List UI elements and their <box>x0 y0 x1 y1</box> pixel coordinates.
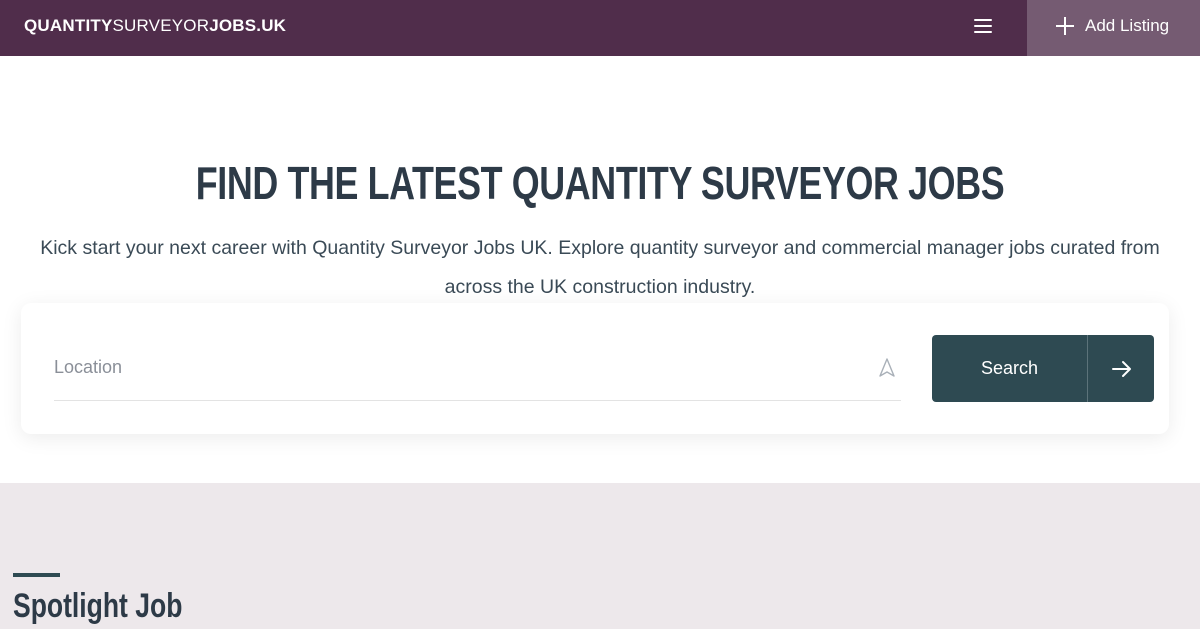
arrow-right-icon <box>1112 361 1131 377</box>
logo-part-quantity: QUANTITY <box>24 16 113 35</box>
spotlight-title: Spotlight Job <box>13 587 183 625</box>
section-accent-bar <box>13 573 60 577</box>
search-card: Search <box>21 303 1169 434</box>
search-button-label: Search <box>980 358 1039 378</box>
search-button-divider <box>1087 335 1088 402</box>
add-listing-label: Add Listing <box>1085 16 1170 35</box>
search-button[interactable]: Search <box>932 335 1154 402</box>
logo-part-surveyor: SURVEYOR <box>112 16 210 35</box>
location-underline <box>54 400 901 401</box>
hamburger-menu-icon[interactable] <box>962 14 1004 40</box>
page-title: FIND THE LATEST QUANTITY SURVEYOR JOBS <box>195 157 1005 209</box>
add-listing-button[interactable]: Add Listing <box>1027 0 1200 56</box>
navigation-arrow-icon[interactable] <box>878 358 896 378</box>
logo-part-jobs: JOBS.UK <box>209 16 287 35</box>
site-logo[interactable]: QUANTITYSURVEYORJOBS.UK <box>24 0 286 56</box>
plus-icon <box>1055 16 1075 36</box>
spotlight-section: Spotlight Job <box>0 483 1200 629</box>
site-header: QUANTITYSURVEYORJOBS.UK Add Listing <box>0 0 1200 56</box>
hero-subtitle: Kick start your next career with Quantit… <box>40 237 1160 298</box>
location-input[interactable] <box>54 347 868 387</box>
